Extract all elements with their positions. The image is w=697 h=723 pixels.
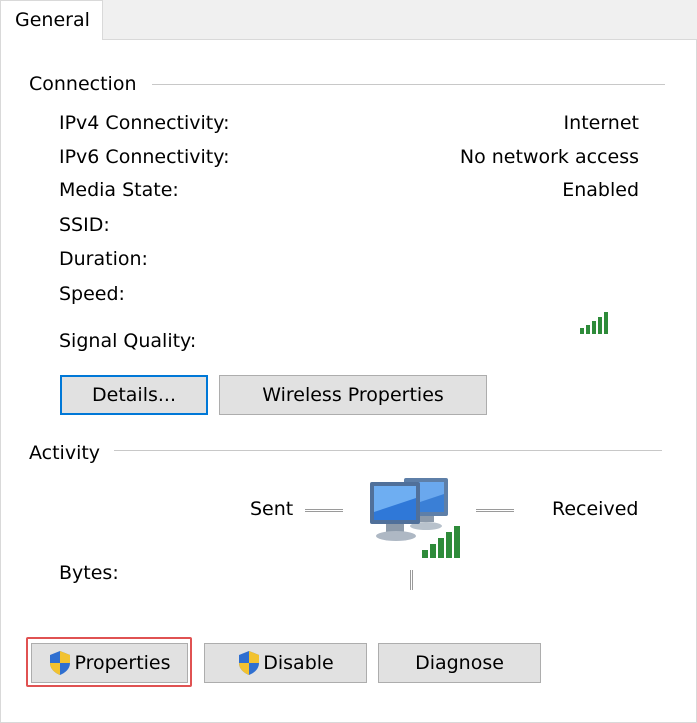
sent-line (305, 509, 343, 512)
wireless-properties-button[interactable]: Wireless Properties (219, 375, 487, 415)
media-state-value: Enabled (562, 179, 639, 201)
received-label: Received (552, 498, 639, 520)
activity-title: Activity (29, 442, 111, 464)
ipv6-value: No network access (459, 146, 639, 168)
signal-bars-icon (580, 312, 608, 334)
disable-button-label: Disable (263, 652, 334, 674)
sent-label: Sent (250, 498, 294, 520)
diagnose-button[interactable]: Diagnose (378, 643, 541, 683)
uac-shield-icon (239, 651, 260, 675)
ipv6-label: IPv6 Connectivity: (59, 146, 230, 168)
properties-button[interactable]: Properties (31, 643, 188, 683)
uac-shield-icon (50, 651, 71, 675)
connection-title: Connection (29, 73, 147, 95)
activity-vertical-line (410, 570, 413, 590)
disable-button[interactable]: Disable (204, 643, 367, 683)
connection-divider (152, 84, 665, 85)
bytes-label: Bytes: (59, 562, 119, 584)
ipv4-label: IPv4 Connectivity: (59, 112, 230, 134)
speed-label: Speed: (59, 283, 125, 305)
ipv4-value: Internet (563, 112, 639, 134)
signal-quality-label: Signal Quality: (59, 330, 197, 352)
network-computers-icon (370, 478, 460, 558)
activity-divider (114, 450, 662, 451)
received-line (476, 509, 514, 512)
details-button[interactable]: Details... (60, 375, 208, 415)
tab-general[interactable]: General (0, 0, 103, 40)
ssid-label: SSID: (59, 214, 110, 236)
properties-button-label: Properties (74, 652, 171, 674)
duration-label: Duration: (59, 248, 148, 270)
tab-general-label: General (15, 9, 90, 31)
media-state-label: Media State: (59, 179, 179, 201)
